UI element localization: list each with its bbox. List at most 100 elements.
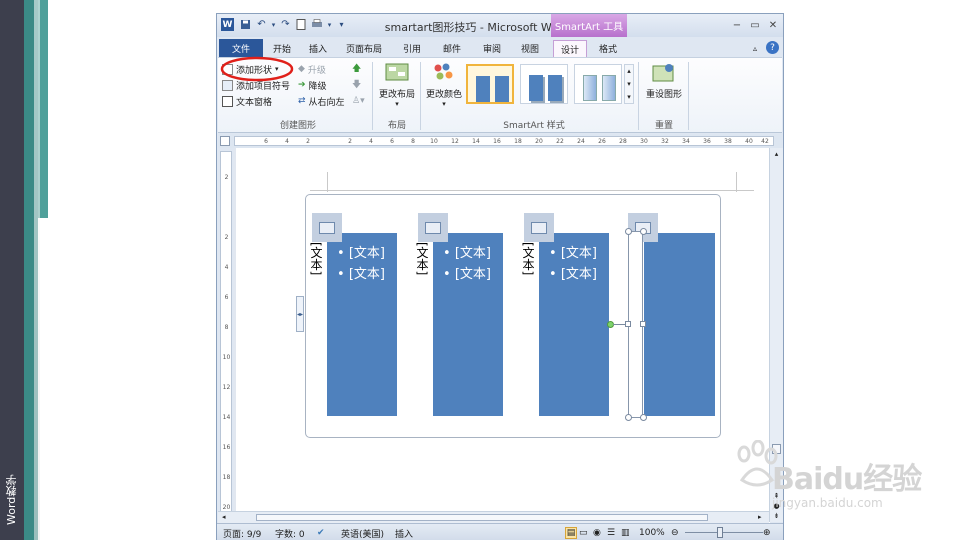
column-2-bullets[interactable]: • [文本] • [文本] bbox=[443, 243, 491, 285]
resize-handle[interactable] bbox=[625, 321, 631, 327]
tab-view[interactable]: 视图 bbox=[515, 40, 545, 57]
tab-page-layout[interactable]: 页面布局 bbox=[341, 40, 387, 57]
bullet-item: • [文本] bbox=[443, 267, 491, 282]
promote-button[interactable]: ◆ 升级 bbox=[298, 62, 326, 76]
text-pane-button[interactable]: 文本窗格 bbox=[222, 94, 272, 108]
customize-toolbar-icon[interactable]: ▾ bbox=[335, 18, 348, 31]
resize-handle[interactable] bbox=[640, 414, 647, 421]
vertical-ruler-tick: 12 bbox=[222, 384, 231, 391]
save-icon[interactable] bbox=[239, 18, 252, 31]
style-thumbnail-3[interactable] bbox=[574, 64, 622, 104]
scroll-up-icon[interactable]: ▴ bbox=[772, 150, 781, 159]
tab-review[interactable]: 审阅 bbox=[477, 40, 507, 57]
ruler-tick: 10 bbox=[430, 138, 438, 145]
print-preview-icon[interactable] bbox=[310, 18, 323, 31]
change-layout-button[interactable]: 更改布局 ▾ bbox=[376, 62, 418, 108]
zoom-out-icon[interactable]: ⊖ bbox=[671, 527, 679, 539]
ruler-tick: 20 bbox=[535, 138, 543, 145]
tab-design[interactable]: 设计 bbox=[553, 40, 587, 57]
ruler-tick: 4 bbox=[369, 138, 373, 145]
column-1-bullets[interactable]: • [文本] • [文本] bbox=[337, 243, 385, 285]
tab-insert[interactable]: 插入 bbox=[303, 40, 333, 57]
move-up-icon[interactable]: 🡅 bbox=[352, 62, 361, 76]
vertical-ruler-tick: 2 bbox=[224, 174, 229, 181]
collapse-ribbon-icon[interactable]: ▵ bbox=[749, 40, 761, 57]
status-bar: 页面: 9/9 字数: 0 ✔ 英语(美国) 插入 ▤ ▭ ◉ ☰ ▥ 100%… bbox=[217, 523, 783, 540]
bullet-item: • [文本] bbox=[443, 246, 491, 261]
zoom-slider-thumb[interactable] bbox=[717, 527, 723, 538]
word-app-icon[interactable]: W bbox=[221, 18, 234, 31]
vertical-ruler[interactable]: 2 2 4 6 8 10 12 14 16 18 20 bbox=[220, 151, 232, 521]
change-colors-button[interactable]: 更改颜色 ▾ bbox=[424, 62, 464, 108]
tab-selector[interactable] bbox=[220, 136, 230, 146]
reset-graphic-button[interactable]: 重设图形 bbox=[642, 62, 686, 100]
horizontal-ruler[interactable]: 6 4 2 2 4 6 8 10 12 14 16 18 20 22 24 26… bbox=[234, 136, 774, 146]
demote-icon: ➔ bbox=[298, 80, 306, 90]
zoom-level[interactable]: 100% bbox=[639, 527, 665, 539]
resize-handle[interactable] bbox=[625, 228, 632, 235]
resize-handle[interactable] bbox=[640, 228, 647, 235]
text-pane-toggle[interactable]: ◂▸ bbox=[296, 296, 304, 332]
insert-mode[interactable]: 插入 bbox=[395, 527, 413, 540]
group-label-reset: 重置 bbox=[654, 121, 673, 131]
demote-button[interactable]: ➔ 降级 bbox=[298, 78, 327, 92]
scroll-down-icon[interactable]: ▾ bbox=[627, 80, 631, 88]
hscroll-thumb[interactable] bbox=[256, 514, 708, 521]
right-to-left-label: 从右向左 bbox=[308, 97, 345, 108]
ruler-tick: 18 bbox=[514, 138, 522, 145]
bullet-item: • [文本] bbox=[549, 246, 597, 261]
more-icon[interactable]: ▾ bbox=[627, 93, 631, 101]
smartart-column-4[interactable] bbox=[644, 233, 715, 416]
group-separator bbox=[638, 62, 639, 130]
new-doc-icon[interactable] bbox=[294, 18, 307, 31]
maximize-button[interactable]: ▭ bbox=[747, 18, 763, 32]
help-icon[interactable]: ? bbox=[766, 41, 779, 54]
ribbon: 添加形状 ▾ 添加项目符号 文本窗格 ◆ 升级 ➔ 降级 ⇄ 从右向左 🡅 🡇 bbox=[218, 56, 782, 133]
text-pane-label: 文本窗格 bbox=[236, 97, 273, 108]
language[interactable]: 英语(美国) bbox=[341, 527, 384, 540]
web-view-icon[interactable]: ◉ bbox=[593, 527, 601, 539]
print-layout-view-icon[interactable]: ▤ bbox=[565, 527, 577, 539]
watermark: Baidu经验 jingyan.baidu.com bbox=[732, 440, 952, 540]
picture-placeholder-icon[interactable] bbox=[418, 213, 448, 242]
ruler-tick: 6 bbox=[390, 138, 394, 145]
column-3-label[interactable]: [文本] bbox=[521, 242, 537, 278]
styles-scroll[interactable]: ▴ ▾ ▾ bbox=[624, 64, 634, 104]
draft-view-icon[interactable]: ▥ bbox=[621, 527, 630, 539]
style-thumb-bar bbox=[529, 75, 543, 101]
tab-references[interactable]: 引用 bbox=[397, 40, 427, 57]
horizontal-scrollbar[interactable]: ◂ ▸ bbox=[218, 511, 769, 523]
word-count[interactable]: 字数: 0 bbox=[275, 527, 305, 540]
tab-file[interactable]: 文件 bbox=[219, 39, 263, 57]
tab-mailings[interactable]: 邮件 bbox=[437, 40, 467, 57]
column-1-label[interactable]: [文本] bbox=[309, 242, 325, 278]
picture-placeholder-icon[interactable] bbox=[524, 213, 554, 242]
page-count[interactable]: 页面: 9/9 bbox=[223, 527, 261, 540]
vertical-ruler-tick: 18 bbox=[222, 474, 231, 481]
vertical-ruler-tick: 10 bbox=[222, 354, 231, 361]
redo-icon[interactable]: ↷ bbox=[279, 18, 292, 31]
move-down-icon[interactable]: 🡇 bbox=[352, 78, 361, 92]
scroll-left-icon[interactable]: ◂ bbox=[222, 513, 226, 521]
vertical-ruler-tick: 16 bbox=[222, 444, 231, 451]
tab-format[interactable]: 格式 bbox=[593, 40, 623, 57]
full-screen-view-icon[interactable]: ▭ bbox=[579, 527, 588, 539]
group-separator bbox=[372, 62, 373, 130]
proofing-icon[interactable]: ✔ bbox=[317, 527, 325, 539]
style-thumbnail-1[interactable] bbox=[466, 64, 514, 104]
column-3-bullets[interactable]: • [文本] • [文本] bbox=[549, 243, 597, 285]
column-2-label[interactable]: [文本] bbox=[415, 242, 431, 278]
tab-home[interactable]: 开始 bbox=[267, 40, 297, 57]
layout-options-icon[interactable]: ♙▾ bbox=[352, 94, 365, 108]
scroll-up-icon[interactable]: ▴ bbox=[627, 67, 631, 75]
side-label: Word教学 bbox=[5, 474, 18, 526]
style-thumbnail-2[interactable] bbox=[520, 64, 568, 104]
resize-handle[interactable] bbox=[640, 321, 646, 327]
minimize-button[interactable]: − bbox=[729, 18, 745, 32]
picture-placeholder-icon[interactable] bbox=[312, 213, 342, 242]
close-button[interactable]: ✕ bbox=[765, 18, 781, 32]
right-to-left-button[interactable]: ⇄ 从右向左 bbox=[298, 94, 345, 108]
outline-view-icon[interactable]: ☰ bbox=[607, 527, 615, 539]
resize-handle[interactable] bbox=[625, 414, 632, 421]
watermark-text: Baidu经验 bbox=[772, 462, 922, 497]
